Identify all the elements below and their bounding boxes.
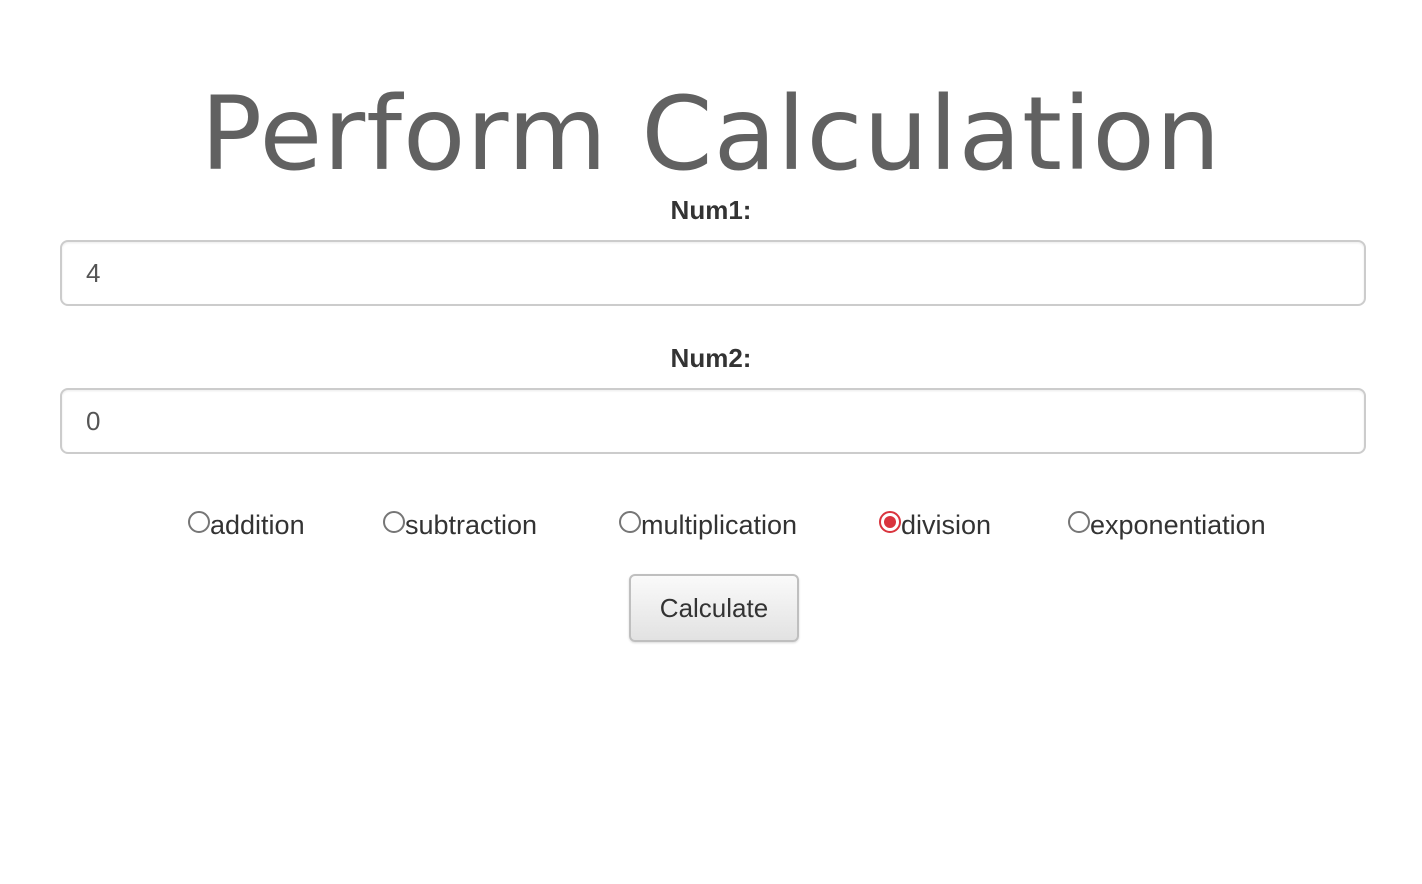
radio-exponentiation[interactable] (1068, 511, 1090, 533)
num1-label: Num1: (670, 195, 752, 225)
radio-label-subtraction: subtraction (405, 510, 538, 540)
radio-label-addition: addition (210, 510, 305, 540)
calculation-page: Perform Calculation Num1: Num2: addition… (0, 0, 1422, 884)
num1-input[interactable] (60, 240, 1366, 306)
page-title: Perform Calculation (200, 75, 1222, 194)
radio-multiplication[interactable] (619, 511, 641, 533)
radio-option-multiplication[interactable]: multiplication (619, 505, 797, 545)
radio-addition[interactable] (188, 511, 210, 533)
num2-input[interactable] (60, 388, 1366, 454)
radio-option-subtraction[interactable]: subtraction (383, 505, 537, 545)
operation-radio-group: addition subtraction multiplication divi… (0, 505, 1422, 545)
num2-label: Num2: (670, 343, 752, 373)
radio-label-exponentiation: exponentiation (1090, 510, 1266, 540)
radio-subtraction[interactable] (383, 511, 405, 533)
radio-label-division: division (901, 510, 992, 540)
radio-option-addition[interactable]: addition (188, 505, 305, 545)
radio-option-exponentiation[interactable]: exponentiation (1068, 505, 1266, 545)
calculate-button[interactable]: Calculate (629, 574, 799, 642)
radio-division[interactable] (879, 511, 901, 533)
radio-option-division[interactable]: division (879, 505, 991, 545)
radio-label-multiplication: multiplication (641, 510, 798, 540)
